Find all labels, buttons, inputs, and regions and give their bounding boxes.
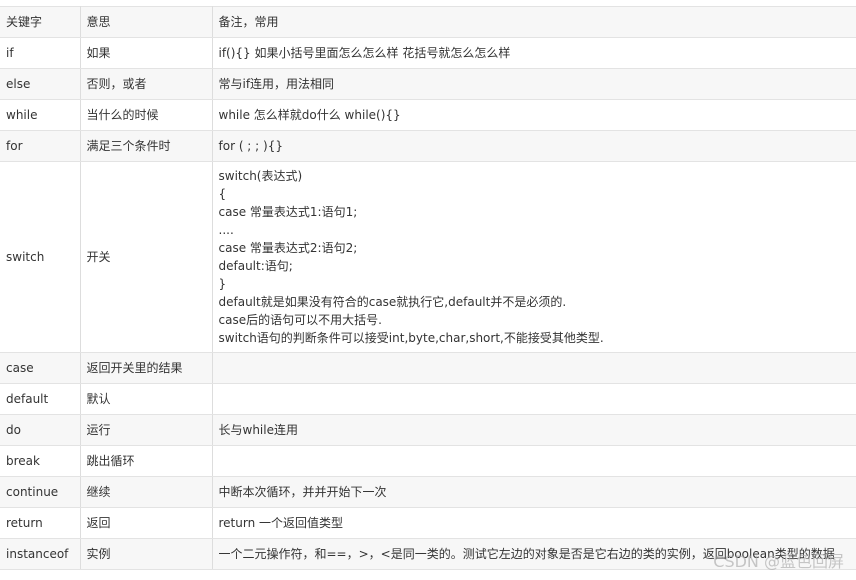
note-line: switch(表达式) <box>219 167 856 185</box>
keyword-cell: while <box>0 100 80 131</box>
notes-cell <box>212 353 856 384</box>
table-row: default默认 <box>0 384 856 415</box>
meaning-cell: 返回开关里的结果 <box>80 353 212 384</box>
header-notes: 备注，常用 <box>212 7 856 38</box>
notes-cell: switch(表达式){case 常量表达式1:语句1;....case 常量表… <box>212 162 856 353</box>
keyword-cell: do <box>0 415 80 446</box>
note-line: return 一个返回值类型 <box>219 514 856 532</box>
table-row: while当什么的时候 while 怎么样就do什么 while(){} <box>0 100 856 131</box>
table-row: continue继续中断本次循环，并并开始下一次 <box>0 477 856 508</box>
meaning-cell: 返回 <box>80 508 212 539</box>
table-row: case返回开关里的结果 <box>0 353 856 384</box>
meaning-cell: 满足三个条件时 <box>80 131 212 162</box>
meaning-cell: 继续 <box>80 477 212 508</box>
meaning-cell: 否则，或者 <box>80 69 212 100</box>
table-row: do运行长与while连用 <box>0 415 856 446</box>
keyword-cell: break <box>0 446 80 477</box>
keyword-cell: continue <box>0 477 80 508</box>
meaning-cell: 开关 <box>80 162 212 353</box>
notes-cell: 中断本次循环，并并开始下一次 <box>212 477 856 508</box>
table-row: if如果 if(){} 如果小括号里面怎么怎么样 花括号就怎么怎么样 <box>0 38 856 69</box>
table-row: break跳出循环 <box>0 446 856 477</box>
note-line: default:语句; <box>219 257 856 275</box>
notes-cell: while 怎么样就do什么 while(){} <box>212 100 856 131</box>
note-line: if(){} 如果小括号里面怎么怎么样 花括号就怎么怎么样 <box>219 44 856 62</box>
note-line: } <box>219 275 856 293</box>
note-line: for ( ; ; ){} <box>219 137 856 155</box>
header-keyword: 关键字 <box>0 7 80 38</box>
keyword-table-body: 关键字 意思 备注，常用 if如果 if(){} 如果小括号里面怎么怎么样 花括号… <box>0 7 856 570</box>
table-row: else否则，或者常与if连用，用法相同 <box>0 69 856 100</box>
notes-cell: 长与while连用 <box>212 415 856 446</box>
table-row: instanceof实例一个二元操作符，和==，>，<是同一类的。测试它左边的对… <box>0 539 856 570</box>
keyword-table: 关键字 意思 备注，常用 if如果 if(){} 如果小括号里面怎么怎么样 花括号… <box>0 6 856 570</box>
table-row: for满足三个条件时 for ( ; ; ){} <box>0 131 856 162</box>
keyword-cell: return <box>0 508 80 539</box>
notes-cell <box>212 384 856 415</box>
keyword-cell: if <box>0 38 80 69</box>
note-line: case 常量表达式1:语句1; <box>219 203 856 221</box>
keyword-cell: else <box>0 69 80 100</box>
notes-cell: for ( ; ; ){} <box>212 131 856 162</box>
meaning-cell: 运行 <box>80 415 212 446</box>
keyword-cell: case <box>0 353 80 384</box>
note-line: 长与while连用 <box>219 421 856 439</box>
notes-cell <box>212 446 856 477</box>
keyword-cell: instanceof <box>0 539 80 570</box>
note-line: case 常量表达式2:语句2; <box>219 239 856 257</box>
header-meaning: 意思 <box>80 7 212 38</box>
notes-cell: 常与if连用，用法相同 <box>212 69 856 100</box>
meaning-cell: 跳出循环 <box>80 446 212 477</box>
keyword-cell: for <box>0 131 80 162</box>
note-line: case后的语句可以不用大括号. <box>219 311 856 329</box>
notes-cell: return 一个返回值类型 <box>212 508 856 539</box>
note-line: default就是如果没有符合的case就执行它,default并不是必须的. <box>219 293 856 311</box>
table-row: switch开关switch(表达式){case 常量表达式1:语句1;....… <box>0 162 856 353</box>
meaning-cell: 当什么的时候 <box>80 100 212 131</box>
note-line: 中断本次循环，并并开始下一次 <box>219 483 856 501</box>
meaning-cell: 如果 <box>80 38 212 69</box>
note-line: while 怎么样就do什么 while(){} <box>219 106 856 124</box>
note-line: { <box>219 185 856 203</box>
table-header-row: 关键字 意思 备注，常用 <box>0 7 856 38</box>
notes-cell: if(){} 如果小括号里面怎么怎么样 花括号就怎么怎么样 <box>212 38 856 69</box>
note-line: 一个二元操作符，和==，>，<是同一类的。测试它左边的对象是否是它右边的类的实例… <box>219 545 856 563</box>
note-line: switch语句的判断条件可以接受int,byte,char,short,不能接… <box>219 329 856 347</box>
meaning-cell: 默认 <box>80 384 212 415</box>
keyword-cell: default <box>0 384 80 415</box>
table-row: return返回 return 一个返回值类型 <box>0 508 856 539</box>
note-line: .... <box>219 221 856 239</box>
meaning-cell: 实例 <box>80 539 212 570</box>
keyword-cell: switch <box>0 162 80 353</box>
note-line: 常与if连用，用法相同 <box>219 75 856 93</box>
notes-cell: 一个二元操作符，和==，>，<是同一类的。测试它左边的对象是否是它右边的类的实例… <box>212 539 856 570</box>
